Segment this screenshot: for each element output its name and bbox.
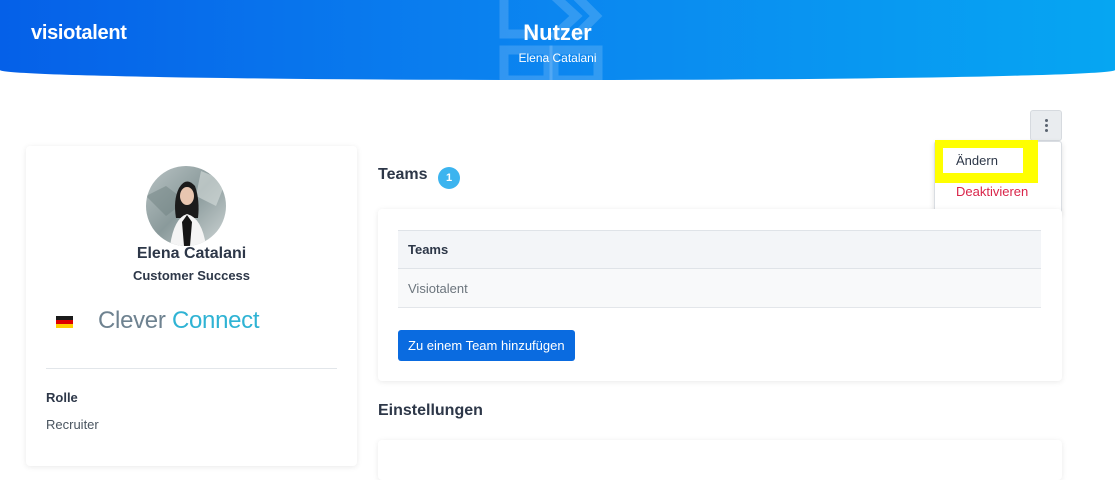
more-actions-button[interactable] xyxy=(1030,110,1062,141)
company-logo: Clever Connect xyxy=(98,307,260,335)
settings-heading: Einstellungen xyxy=(378,402,483,419)
table-row[interactable]: Visiotalent xyxy=(398,269,1041,308)
avatar xyxy=(146,166,226,246)
edit-menu-item[interactable]: Ändern xyxy=(943,148,1023,173)
actions-dropdown-menu: Ändern Deaktivieren xyxy=(934,140,1062,214)
profile-photo xyxy=(146,166,226,246)
add-to-team-button[interactable]: Zu einem Team hinzufügen xyxy=(398,330,575,361)
teams-count-badge: 1 xyxy=(438,167,460,189)
table-header-teams: Teams xyxy=(398,230,1041,269)
teams-table: Teams Visiotalent xyxy=(398,230,1041,308)
germany-flag-icon xyxy=(56,316,73,328)
role-label: Rolle xyxy=(46,390,78,405)
page-title: Nutzer xyxy=(523,20,592,45)
kebab-vertical-icon xyxy=(1044,119,1048,122)
profile-card: Elena Catalani Customer Success Clever C… xyxy=(26,146,357,466)
page-header: visiotalent Nutzer Elena Catalani xyxy=(0,0,1115,80)
teams-heading: Teams xyxy=(378,166,428,183)
teams-card: Teams Visiotalent Zu einem Team hinzufüg… xyxy=(378,209,1062,381)
role-value: Recruiter xyxy=(46,417,99,432)
divider xyxy=(46,368,337,369)
settings-card xyxy=(378,440,1062,480)
page-subtitle: Elena Catalani xyxy=(518,51,597,65)
profile-name: Elena Catalani xyxy=(136,245,247,262)
company-logo-word2: Connect xyxy=(171,307,260,334)
deactivate-menu-item[interactable]: Deaktivieren xyxy=(956,184,1028,199)
company-logo-word1: Clever xyxy=(98,307,166,334)
profile-position: Customer Success xyxy=(132,268,251,283)
